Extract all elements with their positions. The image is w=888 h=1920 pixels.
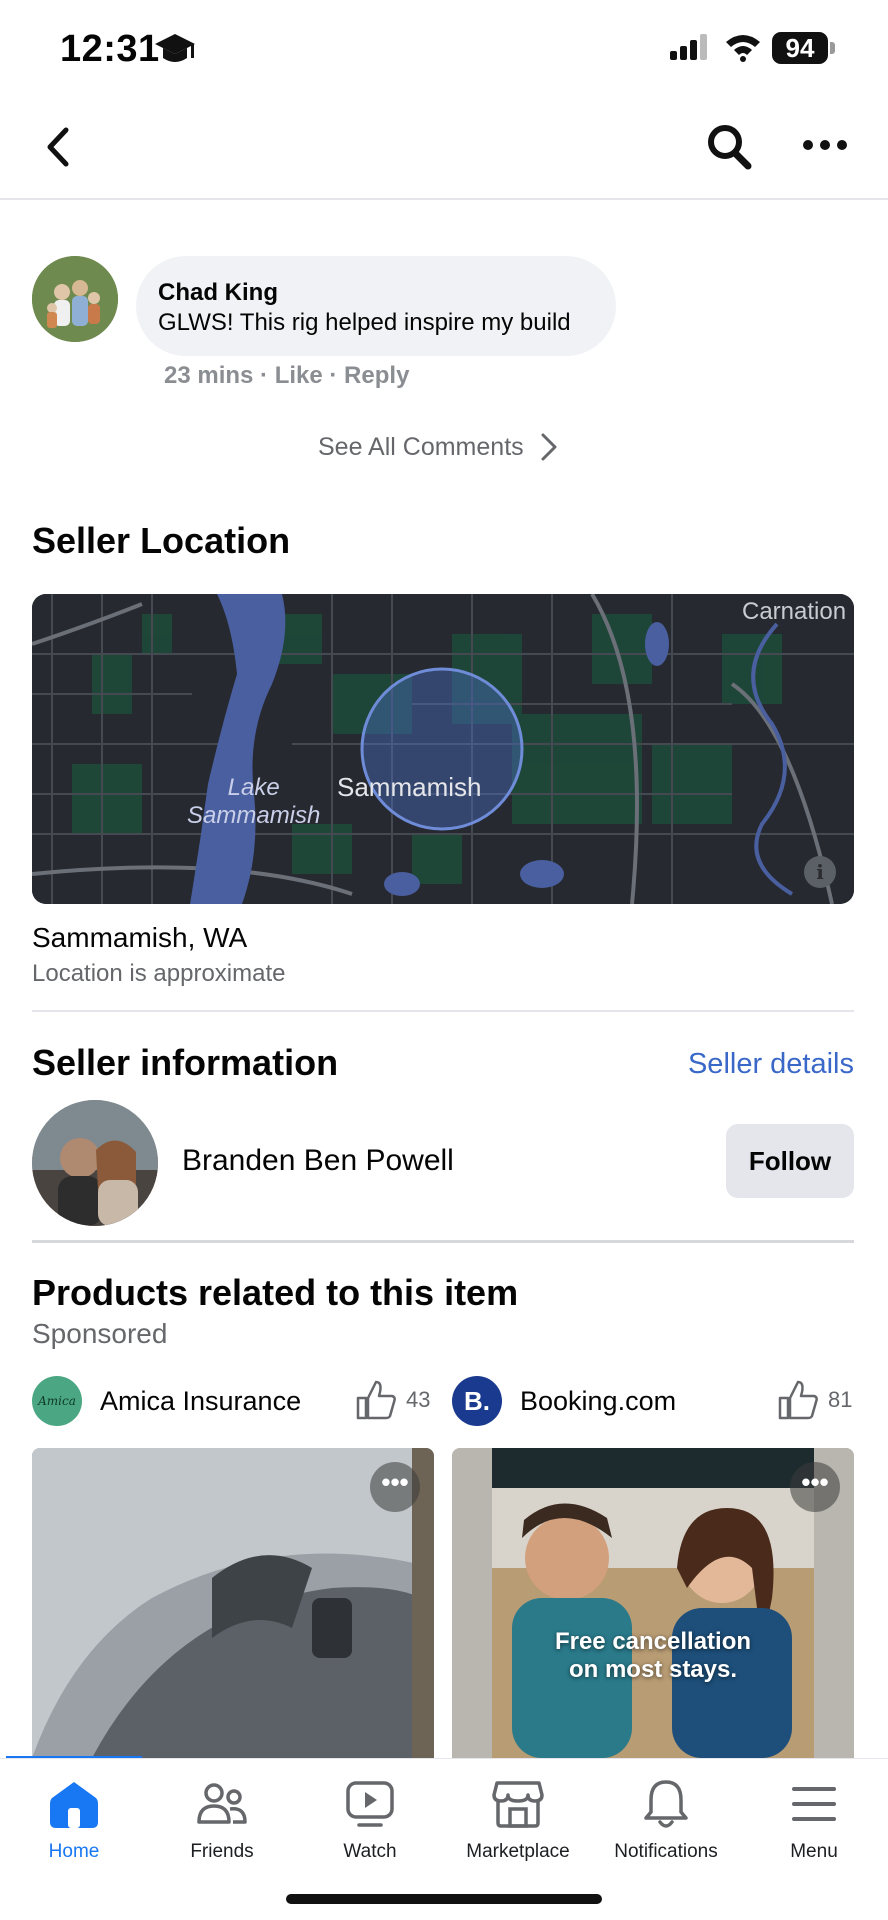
map-info-icon[interactable]: i <box>804 856 836 888</box>
thumbs-up-icon <box>778 1380 818 1420</box>
commenter-avatar[interactable] <box>32 256 118 342</box>
sponsored-label: Sponsored <box>32 1318 168 1349</box>
amica-logo: Amica <box>32 1376 82 1426</box>
ad-options-button[interactable]: ••• <box>370 1462 420 1512</box>
booking-ad-caption: Free cancellation on most stays. <box>554 1628 752 1683</box>
tab-marketplace[interactable]: Marketplace <box>444 1777 592 1863</box>
map-label-city: Sammamish <box>337 772 482 802</box>
product-card-booking[interactable]: Free cancellation on most stays. ••• <box>452 1448 854 1758</box>
home-indicator <box>286 1894 602 1904</box>
more-options-icon[interactable] <box>800 130 850 160</box>
back-arrow-icon[interactable] <box>38 122 78 172</box>
tab-label: Watch <box>343 1841 397 1862</box>
home-icon <box>50 1782 98 1828</box>
products-related-title: Products related to this item <box>32 1272 519 1313</box>
seller-information-title: Seller information <box>32 1042 339 1083</box>
see-all-comments-link[interactable]: See All Comments <box>318 432 558 462</box>
advertiser-name: Booking.com <box>520 1385 677 1416</box>
watch-icon <box>346 1781 394 1827</box>
tab-label: Friends <box>190 1841 254 1862</box>
follow-button[interactable]: Follow <box>726 1124 854 1198</box>
cellular-signal-icon <box>670 34 707 60</box>
seller-location-title: Seller Location <box>32 520 291 561</box>
search-icon[interactable] <box>704 120 754 174</box>
tab-watch[interactable]: Watch <box>296 1777 444 1863</box>
tab-friends[interactable]: Friends <box>148 1777 296 1863</box>
ad-options-button[interactable]: ••• <box>790 1462 840 1512</box>
booking-logo-text: B. <box>464 1385 490 1416</box>
like-count-amica[interactable]: 43 <box>354 1378 430 1422</box>
divider <box>32 1240 854 1243</box>
seller-location-map[interactable]: Lake Sammamish Sammamish Carnation i <box>32 594 854 904</box>
menu-icon <box>792 1787 836 1821</box>
graduation-cap-icon <box>155 34 195 62</box>
location-note: Location is approximate <box>32 960 286 987</box>
comment-bubble: Chad King GLWS! This rig helped inspire … <box>136 256 616 356</box>
advertiser-amica[interactable]: Amica Amica Insurance <box>32 1376 301 1426</box>
product-card-amica[interactable]: ••• <box>32 1448 434 1758</box>
thumbs-up-icon <box>356 1380 396 1420</box>
seller-avatar[interactable] <box>32 1100 158 1226</box>
seller-city: Sammamish, WA <box>32 922 248 953</box>
booking-logo: B. <box>452 1376 502 1426</box>
friends-icon <box>197 1783 247 1824</box>
like-count-booking[interactable]: 81 <box>776 1378 852 1422</box>
map-label-lake: Lake Sammamish <box>187 774 321 829</box>
seller-name[interactable]: Branden Ben Powell <box>182 1144 454 1178</box>
tab-label: Notifications <box>614 1841 718 1862</box>
bell-icon <box>644 1780 688 1828</box>
battery-indicator: 94 <box>772 32 828 64</box>
tab-label: Home <box>48 1841 100 1862</box>
map-label-nearby: Carnation <box>742 598 847 625</box>
tab-home[interactable]: Home <box>0 1777 148 1863</box>
tab-label: Menu <box>790 1841 838 1862</box>
amica-logo-text: Amica <box>38 1394 76 1408</box>
like-count: 43 <box>406 1387 431 1412</box>
status-time: 12:31 <box>60 28 160 70</box>
chevron-right-icon <box>541 433 557 461</box>
advertiser-name: Amica Insurance <box>100 1385 302 1416</box>
tab-notifications[interactable]: Notifications <box>592 1777 740 1863</box>
comment-text: GLWS! This rig helped inspire my build <box>158 309 571 336</box>
status-bar: 12:31 94 <box>0 0 888 100</box>
tab-menu[interactable]: Menu <box>740 1777 888 1863</box>
advertiser-booking[interactable]: B. Booking.com <box>452 1376 676 1426</box>
see-all-comments-label: See All Comments <box>318 432 524 461</box>
comment-author[interactable]: Chad King <box>158 278 594 308</box>
divider <box>32 1010 854 1012</box>
like-count: 81 <box>828 1387 853 1412</box>
top-navigation <box>0 100 888 200</box>
marketplace-icon <box>492 1781 544 1828</box>
tab-label: Marketplace <box>466 1841 570 1862</box>
wifi-icon <box>726 35 760 62</box>
seller-details-link[interactable]: Seller details <box>688 1048 854 1081</box>
battery-nub <box>830 42 835 54</box>
comment-meta[interactable]: 23 mins · Like · Reply <box>164 362 409 390</box>
